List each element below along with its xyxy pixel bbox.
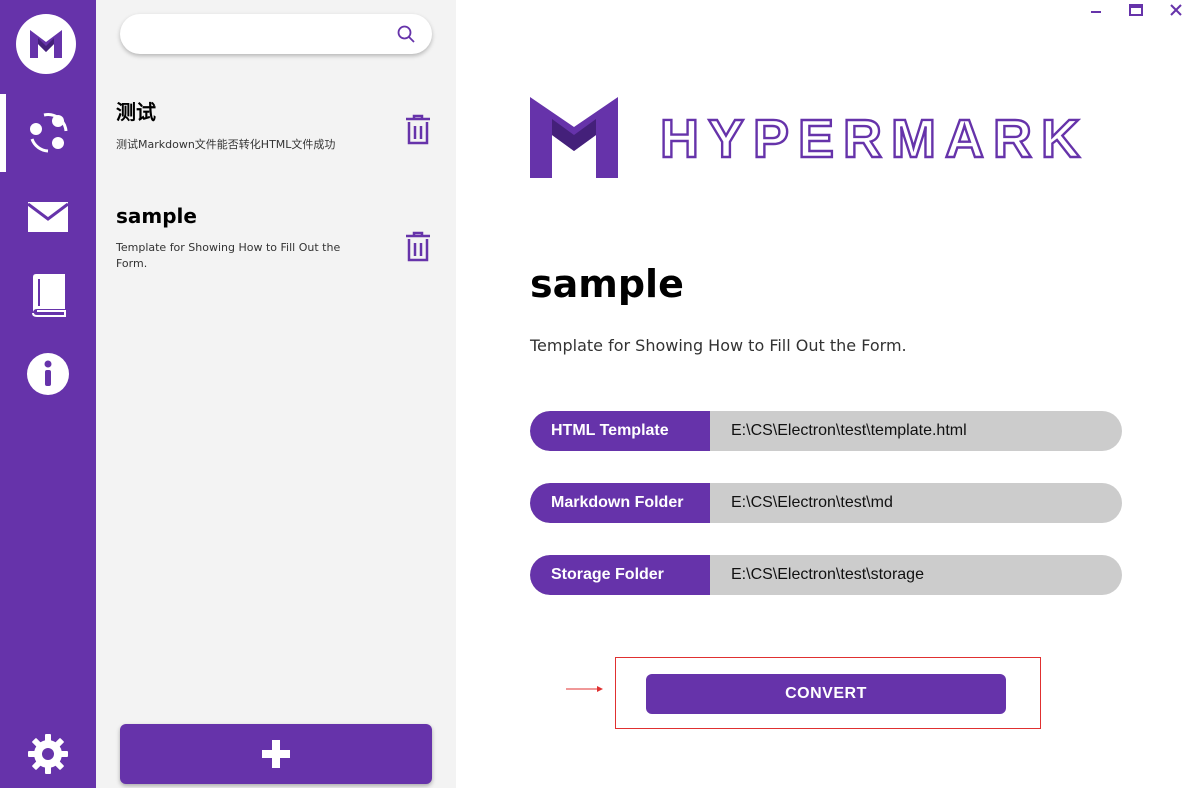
- maximize-icon: [1129, 4, 1143, 16]
- detail-title: sample: [530, 262, 684, 306]
- add-template-button[interactable]: [120, 724, 432, 784]
- field-label: Markdown Folder: [530, 483, 710, 523]
- convert-button[interactable]: CONVERT: [646, 674, 1006, 714]
- detail-description: Template for Showing How to Fill Out the…: [530, 336, 907, 355]
- storage-folder-field[interactable]: Storage Folder E:\CS\Electron\test\stora…: [530, 555, 1122, 595]
- trash-icon[interactable]: [404, 231, 432, 263]
- template-list-panel: 测试 测试Markdown文件能否转化HTML文件成功 sample Templ…: [96, 0, 456, 788]
- search-icon[interactable]: [396, 24, 416, 44]
- nav-item-book[interactable]: [0, 256, 96, 334]
- nav-rail: [0, 0, 96, 788]
- gear-icon: [28, 734, 68, 774]
- trash-icon[interactable]: [404, 114, 432, 146]
- hypermark-logo: HYPERMARK: [530, 97, 1089, 178]
- template-item-title: sample: [116, 204, 197, 228]
- book-icon: [32, 274, 66, 317]
- field-label: Storage Folder: [530, 555, 710, 595]
- template-item-description: 测试Markdown文件能否转化HTML文件成功: [116, 138, 336, 151]
- annotation-arrow-icon: [566, 686, 603, 692]
- close-icon: [1170, 4, 1182, 16]
- nav-item-mail[interactable]: [0, 178, 96, 256]
- field-value[interactable]: E:\CS\Electron\test\storage: [710, 555, 1122, 595]
- html-template-field[interactable]: HTML Template E:\CS\Electron\test\templa…: [530, 411, 1122, 451]
- brand-name: HYPERMARK: [660, 109, 1089, 169]
- maximize-button[interactable]: [1121, 0, 1151, 20]
- logo-icon: [30, 30, 62, 58]
- plus-icon: [262, 740, 290, 768]
- template-item-title: 测试: [116, 100, 156, 124]
- minimize-icon: [1091, 11, 1101, 13]
- minimize-button[interactable]: [1081, 0, 1111, 20]
- template-item-description: Template for Showing How to Fill Out the…: [116, 241, 341, 270]
- search-input[interactable]: [136, 15, 396, 53]
- info-icon: [27, 353, 69, 395]
- app-window: 测试 测试Markdown文件能否转化HTML文件成功 sample Templ…: [0, 0, 1191, 788]
- nav-item-info[interactable]: [0, 335, 96, 413]
- nav-item-templates[interactable]: [0, 94, 96, 172]
- template-item[interactable]: 测试 测试Markdown文件能否转化HTML文件成功: [116, 96, 436, 153]
- field-value[interactable]: E:\CS\Electron\test\template.html: [710, 411, 1122, 451]
- field-label: HTML Template: [530, 411, 710, 451]
- field-value[interactable]: E:\CS\Electron\test\md: [710, 483, 1122, 523]
- brand-logo: HYPERMARK: [530, 97, 1130, 184]
- template-item[interactable]: sample Template for Showing How to Fill …: [116, 204, 436, 272]
- search-box: [120, 14, 432, 54]
- share-nodes-icon: [30, 113, 68, 153]
- app-logo[interactable]: [16, 14, 76, 74]
- markdown-folder-field[interactable]: Markdown Folder E:\CS\Electron\test\md: [530, 483, 1122, 523]
- mail-icon: [27, 202, 69, 232]
- close-button[interactable]: [1161, 0, 1191, 20]
- settings-button[interactable]: [0, 720, 96, 788]
